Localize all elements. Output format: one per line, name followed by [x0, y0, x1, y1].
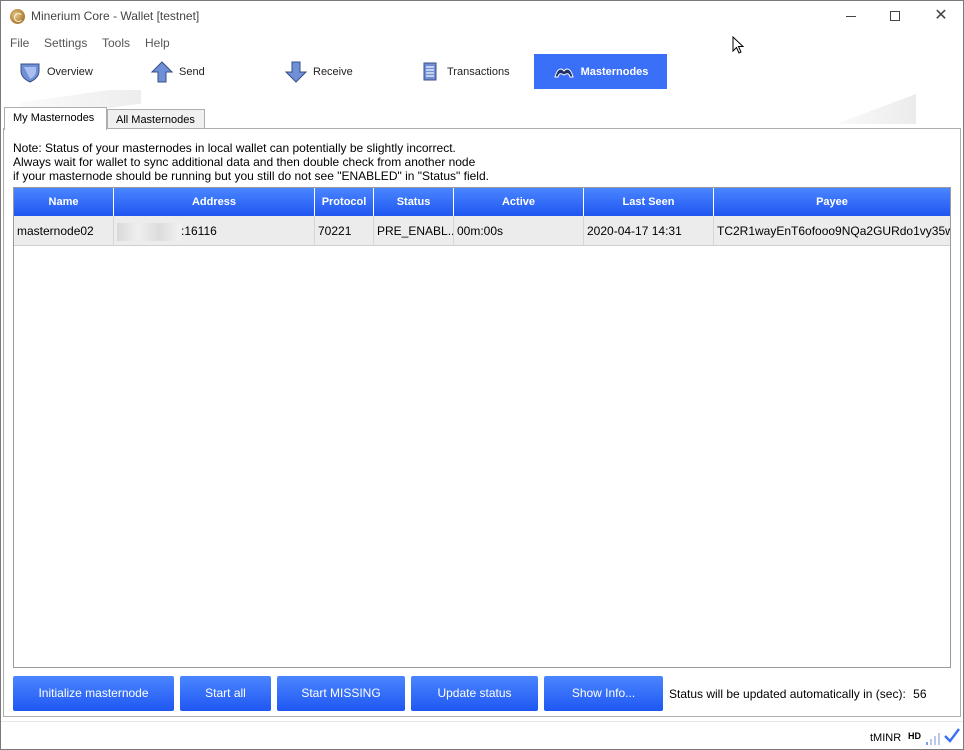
- column-header-payee[interactable]: Payee: [714, 188, 950, 216]
- synced-check-icon: [944, 728, 960, 743]
- table-header: Name Address Protocol Status Active Last…: [14, 188, 950, 216]
- cell-payee: TC2R1wayEnT6ofooo9NQa2GURdo1vy35wu: [717, 224, 950, 238]
- cell-address: :16116: [114, 216, 315, 246]
- network-signal-icon[interactable]: [926, 732, 940, 746]
- tab-overview[interactable]: Overview: [19, 54, 129, 89]
- cell-name: masternode02: [14, 216, 114, 246]
- start-missing-button[interactable]: Start MISSING: [277, 676, 405, 711]
- cell-status: PRE_ENABL...: [374, 216, 454, 246]
- tab-masternodes-label: Masternodes: [580, 65, 649, 78]
- main-toolbar: Overview Send Receive Transactions Maste…: [1, 54, 963, 90]
- cell-last-seen: 2020-04-17 14:31: [584, 216, 714, 246]
- tab-receive-label: Receive: [313, 65, 353, 78]
- column-header-status[interactable]: Status: [374, 188, 454, 216]
- maximize-button[interactable]: [872, 1, 918, 32]
- my-masternodes-panel: Note: Status of your masternodes in loca…: [3, 128, 961, 717]
- update-status-button[interactable]: Update status: [411, 676, 538, 711]
- auto-update-seconds: 56: [913, 687, 927, 701]
- hd-wallet-badge: HD: [908, 731, 921, 741]
- cell-protocol: 70221: [315, 216, 374, 246]
- auto-update-label: Status will be updated automatically in …: [669, 687, 906, 701]
- tab-overview-label: Overview: [47, 65, 93, 78]
- shield-icon: [20, 63, 40, 83]
- menu-tools[interactable]: Tools: [102, 36, 130, 50]
- table-row[interactable]: masternode02 :16116 70221 PRE_ENABL... 0…: [14, 216, 950, 246]
- start-all-button[interactable]: Start all: [180, 676, 271, 711]
- column-header-last-seen[interactable]: Last Seen: [584, 188, 714, 216]
- tab-transactions-label: Transactions: [447, 65, 510, 78]
- menu-file[interactable]: File: [10, 36, 29, 50]
- tab-receive[interactable]: Receive: [285, 54, 395, 89]
- tab-my-masternodes[interactable]: My Masternodes: [4, 107, 107, 130]
- arrow-up-icon: [151, 60, 173, 82]
- initialize-masternode-button[interactable]: Initialize masternode: [13, 676, 174, 711]
- column-header-address[interactable]: Address: [114, 188, 315, 216]
- close-icon: ✕: [934, 7, 948, 24]
- column-header-protocol[interactable]: Protocol: [315, 188, 374, 216]
- note-line: Always wait for wallet to sync additiona…: [13, 155, 476, 169]
- menu-bar: File Settings Tools Help: [1, 32, 963, 54]
- menu-settings[interactable]: Settings: [44, 36, 87, 50]
- note-line: Note: Status of your masternodes in loca…: [13, 141, 456, 155]
- tab-transactions[interactable]: Transactions: [419, 54, 529, 89]
- masternodes-page: My Masternodes All Masternodes Note: Sta…: [1, 90, 963, 721]
- cell-active: 00m:00s: [454, 216, 584, 246]
- tab-masternodes[interactable]: Masternodes: [534, 54, 667, 89]
- masternodes-table[interactable]: Name Address Protocol Status Active Last…: [13, 187, 951, 668]
- column-header-active[interactable]: Active: [454, 188, 584, 216]
- column-header-name[interactable]: Name: [14, 188, 114, 216]
- status-bar: tMINR HD: [1, 721, 963, 749]
- maximize-icon: [890, 11, 900, 22]
- window-title: Minerium Core - Wallet [testnet]: [31, 9, 200, 23]
- cell-address-port: :16116: [181, 224, 217, 238]
- wallet-window: Minerium Core - Wallet [testnet] ✕ File …: [0, 0, 964, 750]
- note-line: if your masternode should be running but…: [13, 169, 489, 183]
- minerium-logo-icon: [10, 9, 25, 24]
- watermark-decoration: [836, 94, 916, 124]
- minimize-button[interactable]: [828, 1, 874, 32]
- tab-send[interactable]: Send: [151, 54, 261, 89]
- status-note: Note: Status of your masternodes in loca…: [13, 141, 489, 183]
- title-bar: Minerium Core - Wallet [testnet] ✕: [1, 1, 963, 32]
- masternodes-icon: [553, 68, 574, 77]
- minimize-icon: [846, 15, 856, 17]
- tab-send-label: Send: [179, 65, 205, 78]
- arrow-down-icon: [285, 61, 307, 83]
- list-icon: [423, 62, 437, 80]
- redacted-ip: [117, 222, 181, 241]
- close-button[interactable]: ✕: [918, 1, 963, 32]
- auto-update-status: Status will be updated automatically in …: [669, 687, 927, 701]
- show-info-button[interactable]: Show Info...: [544, 676, 663, 711]
- menu-help[interactable]: Help: [145, 36, 170, 50]
- tab-all-masternodes[interactable]: All Masternodes: [107, 109, 205, 130]
- unit-label[interactable]: tMINR: [870, 732, 901, 744]
